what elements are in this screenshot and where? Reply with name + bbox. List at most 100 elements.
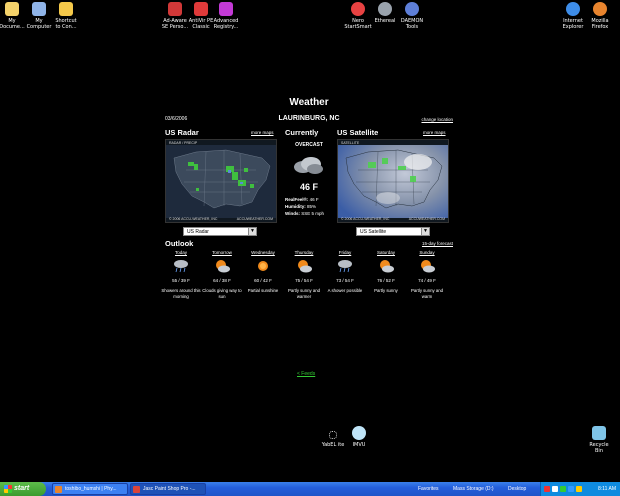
desktop-icon-shortcut[interactable]: Shortcut to Con... [46, 2, 86, 30]
forecast-day: Friday 73 / 54 F A shower possible [325, 250, 365, 294]
task-label: toshibo_humshi | Phy... [65, 486, 117, 492]
recycle-bin-icon [592, 426, 606, 440]
sun-cloud-icon [216, 260, 230, 273]
desktop-icon-daemon[interactable]: DAEMON Tools [392, 2, 432, 30]
system-tray: 8:11 AM [540, 482, 620, 496]
start-button[interactable]: start [0, 482, 46, 496]
desktop-icon-firefox[interactable]: Mozilla Firefox [580, 2, 620, 30]
current-heading: Currently [285, 128, 319, 137]
forecast-day-name-link[interactable]: Tomorrow [202, 250, 242, 257]
forecast-day: Tomorrow 64 / 38 F Clouds giving way to su… [202, 250, 242, 299]
windows-flag-icon [4, 485, 12, 493]
satellite-heading: US Satellite [337, 128, 379, 137]
desktop-icon-imvu[interactable]: IMVU [339, 426, 379, 448]
showers-icon [338, 260, 352, 273]
chevron-down-icon[interactable]: ▼ [421, 228, 429, 235]
realfeel-row: RealFeel®: 46 F [285, 197, 319, 202]
security-tray-icon[interactable] [560, 486, 566, 492]
forecast-day: Thursday 75 / 54 F Partly sunny and warmer [284, 250, 324, 299]
winds-row: Winds: SSE 5 mph [285, 211, 324, 216]
forecast-day-name-link[interactable]: Thursday [284, 250, 324, 257]
daemon-icon [405, 2, 419, 16]
folder-icon [59, 2, 73, 16]
forecast-day-name-link[interactable]: Wednesday [243, 250, 283, 257]
forecast-day-description: Partly sunny and warm [410, 288, 443, 299]
winds-value: SSE 5 mph [301, 211, 324, 216]
forecast-day-description: Clouds giving way to sun [202, 288, 242, 299]
adaware-icon [168, 2, 182, 16]
chevron-down-icon[interactable]: ▼ [248, 228, 256, 235]
forecast-day-name-link[interactable]: Friday [325, 250, 365, 257]
satellite-map[interactable]: SATELLITE © 2006 ACCU-WEATHER, INC ACCUW… [337, 139, 449, 223]
weather-city: LAURINBURG, NC [278, 115, 340, 122]
radar-select-value: US Radar [187, 229, 209, 235]
radar-map[interactable]: RADAR / PRECIP © 2006 ACCU-WEATHER, INC … [165, 139, 277, 223]
volume-tray-icon[interactable] [568, 486, 574, 492]
network-tray-icon[interactable] [552, 486, 558, 492]
forecast-day-name-link[interactable]: Saturday [366, 250, 406, 257]
current-temperature: 46 F [299, 182, 318, 192]
paintshop-icon [133, 486, 140, 493]
cloud-icon [294, 157, 323, 174]
satellite-select[interactable]: US Satellite ▼ [356, 227, 430, 236]
desktop-icon-advanced-registry[interactable]: Advanced Registry... [206, 2, 246, 30]
weather-title: Weather [289, 97, 329, 108]
outlook-heading: Outlook [165, 239, 194, 248]
radar-more-maps-link[interactable]: more maps [251, 130, 274, 135]
ethereal-icon [378, 2, 392, 16]
taskbar-task-paintshop[interactable]: Jasc Paint Shop Pro -... [130, 483, 206, 495]
satellite-select-value: US Satellite [360, 229, 387, 235]
forecast-day-temps: 76 / 52 F [377, 278, 395, 283]
radar-heading: US Radar [165, 128, 199, 137]
forecast-day-temps: 55 / 39 F [172, 278, 190, 283]
forecast-day-temps: 75 / 54 F [295, 278, 313, 283]
forecast-day-temps: 73 / 54 F [336, 278, 354, 283]
firefox-icon [593, 2, 607, 16]
forecast-day-name-link[interactable]: Today [161, 250, 201, 257]
forecast-day: Today 55 / 39 F Showers around this mornin… [161, 250, 201, 299]
forecast-day-description: A shower possible [327, 288, 363, 293]
radar-map-image [166, 140, 276, 222]
weather-widget: Weather 03/6/2006 LAURINBURG, NC change … [161, 95, 455, 385]
forecast-day: Wednesday 60 / 42 F Partial sunshine [243, 250, 283, 294]
change-location-link[interactable]: change location [421, 117, 453, 122]
antivir-tray-icon[interactable] [544, 486, 550, 492]
messenger-tray-icon[interactable] [576, 486, 582, 492]
sun-icon [258, 261, 268, 271]
feeds-link[interactable]: < Feeds [297, 371, 315, 377]
mass-storage-toolbar[interactable]: Mass Storage (D:) [453, 482, 494, 496]
humidity-row: Humidity: 85% [285, 204, 316, 209]
forecast-day-description: Partly sunny and warmer [287, 288, 320, 299]
favorites-toolbar[interactable]: Favorites [418, 482, 439, 496]
forecast-day-temps: 74 / 49 F [418, 278, 436, 283]
showers-icon [174, 260, 188, 273]
task-label: Jasc Paint Shop Pro -... [143, 486, 196, 492]
internet-explorer-icon [566, 2, 580, 16]
start-label: start [14, 485, 30, 492]
sun-cloud-icon [298, 260, 312, 273]
yahoo-icon [329, 431, 337, 439]
radar-caption-top: RADAR / PRECIP [169, 141, 198, 145]
sun-cloud-icon [421, 260, 435, 273]
humidity-value: 85% [307, 204, 317, 209]
computer-icon [32, 2, 46, 16]
forecast-day-temps: 60 / 42 F [254, 278, 272, 283]
satellite-caption-right: ACCUWEATHER.COM [408, 217, 445, 221]
forecast-day-name-link[interactable]: Sunday [407, 250, 447, 257]
15-day-forecast-link[interactable]: 15-day forecast [422, 241, 453, 246]
desktop-icon-recycle-bin[interactable]: Recycle Bin [579, 426, 619, 454]
taskbar-task-firefox[interactable]: toshibo_humshi | Phy... [52, 483, 128, 495]
satellite-caption-top: SATELLITE [341, 141, 360, 145]
current-condition: OVERCAST [295, 142, 323, 148]
sun-cloud-icon [380, 260, 394, 273]
forecast-day-description: Showers around this morning [161, 288, 201, 299]
forecast-day: Saturday 76 / 52 F Partly sunny [366, 250, 406, 294]
radar-caption-right: ACCUWEATHER.COM [236, 217, 273, 221]
winds-label: Winds: [285, 211, 300, 216]
folder-documents-icon [5, 2, 19, 16]
radar-select[interactable]: US Radar ▼ [183, 227, 257, 236]
satellite-more-maps-link[interactable]: more maps [423, 130, 446, 135]
desktop-toolbar[interactable]: Desktop [508, 482, 526, 496]
clock[interactable]: 8:11 AM [598, 482, 616, 496]
forecast-day-description: Partly sunny [374, 288, 398, 293]
